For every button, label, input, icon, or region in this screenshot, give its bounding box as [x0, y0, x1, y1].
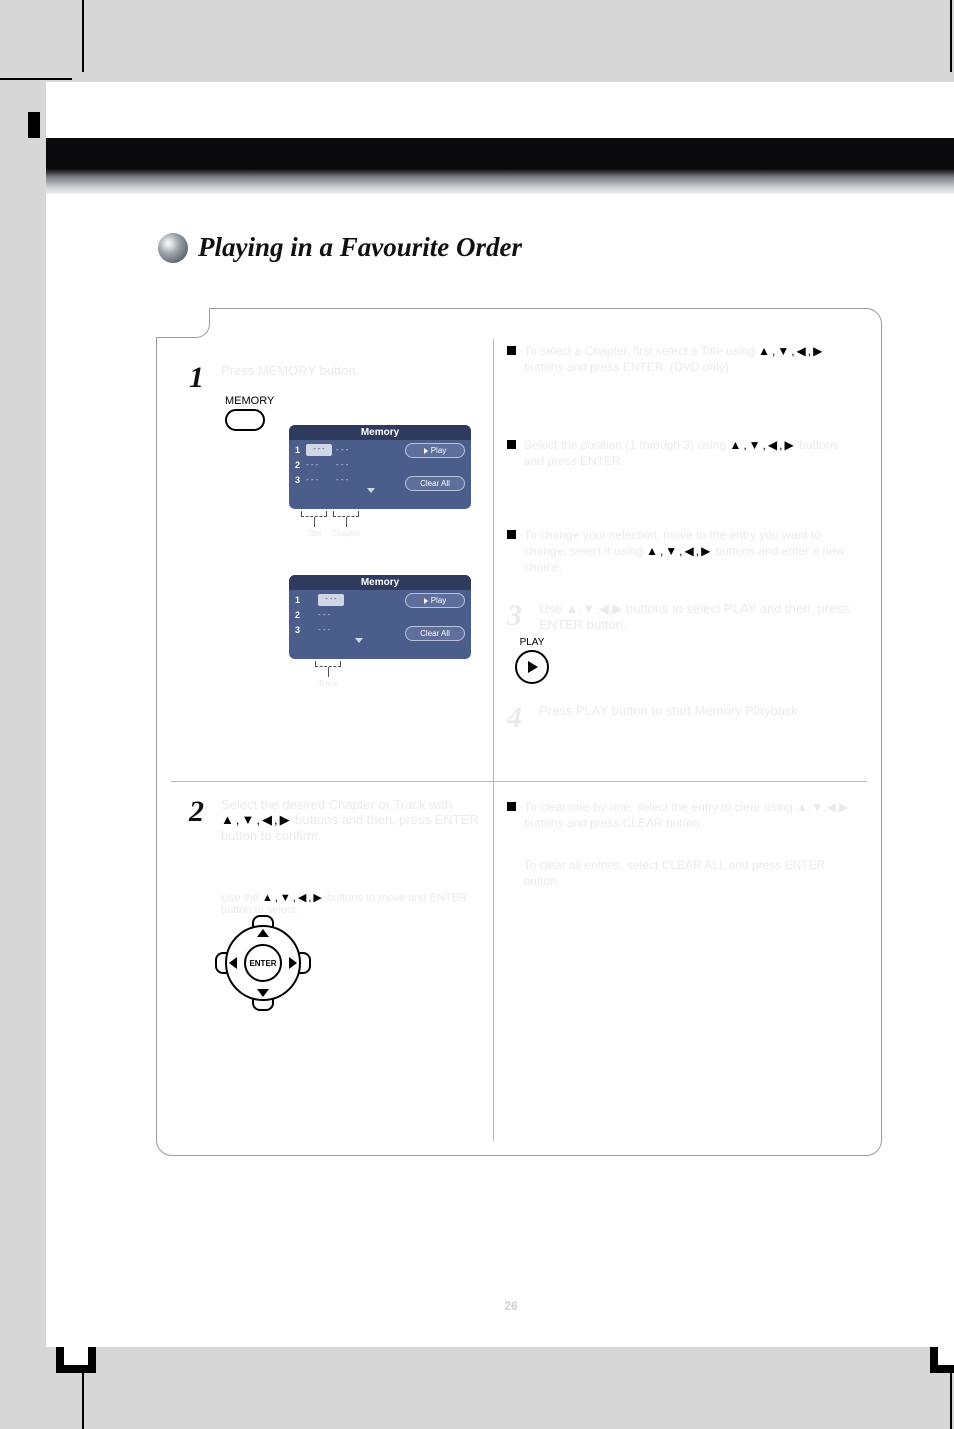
osd-row-num: 1: [295, 595, 302, 605]
panel-notch: [156, 308, 210, 338]
note-clear-one: To clear one-by-one, select the entry to…: [507, 799, 857, 831]
note-change-selection: To change your selection, move to the en…: [507, 527, 857, 576]
osd-title-cell: - - -: [306, 460, 332, 469]
col-title-label: Title: [307, 529, 322, 538]
memory-osd-vcd: Memory 1 - - - 2 - - - 3 - - - Play: [289, 575, 471, 659]
memory-osd-dvd: Memory 1 - - - - - - 2 - - - - - - 3 - -…: [289, 425, 471, 509]
step-number: 1: [189, 363, 211, 393]
arrow-down-icon: [257, 989, 269, 997]
osd-title: Memory: [289, 425, 471, 440]
osd-track-cell: - - -: [318, 610, 344, 619]
osd-column-callouts: Track: [315, 661, 341, 688]
step-title: Select the desired Chapter or Track with…: [221, 797, 481, 843]
play-button-label: PLAY: [515, 637, 549, 648]
osd-row-num: 3: [295, 475, 302, 485]
chevron-down-icon: [355, 638, 363, 643]
crop-mark: [950, 0, 952, 72]
memory-remote-button: MEMORY: [225, 395, 274, 431]
osd-title-cell: - - -: [306, 475, 332, 484]
bullet-sphere-icon: [158, 233, 188, 263]
osd-row-num: 3: [295, 625, 302, 635]
note-text: To clear one-by-one, select the entry to…: [524, 799, 857, 831]
arrow-up-icon: [257, 929, 269, 937]
osd-title-cell: - - -: [306, 444, 332, 456]
note-text: To clear all entries, select CLEAR ALL a…: [524, 857, 857, 889]
osd-row-num: 2: [295, 610, 302, 620]
note-select-position: Select the position (1 through 3) using …: [507, 437, 857, 469]
osd-chapter-cell: - - -: [336, 475, 362, 484]
page-number: 26: [46, 1299, 954, 1313]
osd-clear-label: Clear All: [420, 629, 450, 638]
heading-text: Playing in a Favourite Order: [198, 232, 522, 263]
memory-button-label: MEMORY: [225, 395, 274, 407]
step-title: Press MEMORY button.: [221, 363, 359, 378]
note-text: To change your selection, move to the en…: [524, 527, 857, 576]
step-2-sub: Use the ▲,▼,◀,▶ buttons to move and ENTE…: [189, 889, 481, 916]
osd-track-cell: - - -: [318, 594, 344, 606]
square-bullet-icon: [507, 346, 516, 355]
osd-row-num: 1: [295, 445, 302, 455]
row-divider: [171, 781, 867, 782]
play-triangle-icon: [528, 661, 538, 673]
crop-mark: [82, 0, 84, 72]
square-bullet-icon: [507, 440, 516, 449]
step-2: 2 Select the desired Chapter or Track wi…: [189, 797, 481, 843]
play-remote-button: PLAY: [515, 637, 549, 684]
step-number: 4: [507, 703, 529, 733]
osd-play-label: Play: [431, 596, 447, 605]
chevron-down-icon: [367, 488, 375, 493]
col-chapter-label: Chapter: [332, 529, 360, 538]
step-title: Use ▲,▼,◀,▶ buttons to select PLAY and t…: [539, 601, 859, 632]
note-text: To select a Chapter, first select a Titl…: [524, 343, 857, 375]
instruction-panel: 1 Press MEMORY button. MEMORY Memory 1 -…: [156, 308, 882, 1156]
step-number: 3: [507, 601, 529, 631]
osd-row-num: 2: [295, 460, 302, 470]
note-text: Select the position (1 through 3) using …: [524, 437, 857, 469]
column-divider: [493, 339, 494, 1141]
header-banner: [46, 138, 954, 194]
crop-mark: [0, 78, 72, 80]
osd-play-button: Play: [405, 443, 465, 458]
arrow-left-icon: [229, 957, 237, 969]
step-number: 2: [189, 797, 211, 827]
square-bullet-icon: [507, 530, 516, 539]
enter-button-label: ENTER: [244, 944, 282, 982]
play-button-icon: [515, 650, 549, 684]
osd-clear-button: Clear All: [405, 476, 465, 491]
note-select-chapter: To select a Chapter, first select a Titl…: [507, 343, 857, 375]
square-bullet-icon: [507, 802, 516, 811]
step-1: 1 Press MEMORY button.: [189, 363, 359, 393]
step-title: Press PLAY button to start Memory Playba…: [539, 703, 802, 718]
arrow-right-icon: [289, 957, 297, 969]
memory-button-icon: [225, 409, 265, 431]
osd-column-callouts: Title Chapter: [301, 511, 359, 538]
step-3: 3 Use ▲,▼,◀,▶ buttons to select PLAY and…: [507, 601, 859, 632]
note-clear-all: To clear all entries, select CLEAR ALL a…: [507, 857, 857, 889]
osd-play-button: Play: [405, 593, 465, 608]
col-track-label: Track: [318, 679, 338, 688]
page: Playing in a Favourite Order DVD VCD 1 P…: [46, 82, 954, 1347]
osd-clear-button: Clear All: [405, 626, 465, 641]
enter-dpad-icon: ENTER: [225, 925, 301, 1001]
osd-chapter-cell: - - -: [336, 445, 362, 454]
osd-clear-label: Clear All: [420, 479, 450, 488]
osd-track-cell: - - -: [318, 625, 344, 634]
step-4: 4 Press PLAY button to start Memory Play…: [507, 703, 802, 733]
osd-play-label: Play: [431, 446, 447, 455]
osd-chapter-cell: - - -: [336, 460, 362, 469]
osd-title: Memory: [289, 575, 471, 590]
section-heading: Playing in a Favourite Order: [158, 232, 522, 263]
step-sub: Use the ▲,▼,◀,▶ buttons to move and ENTE…: [221, 891, 481, 916]
